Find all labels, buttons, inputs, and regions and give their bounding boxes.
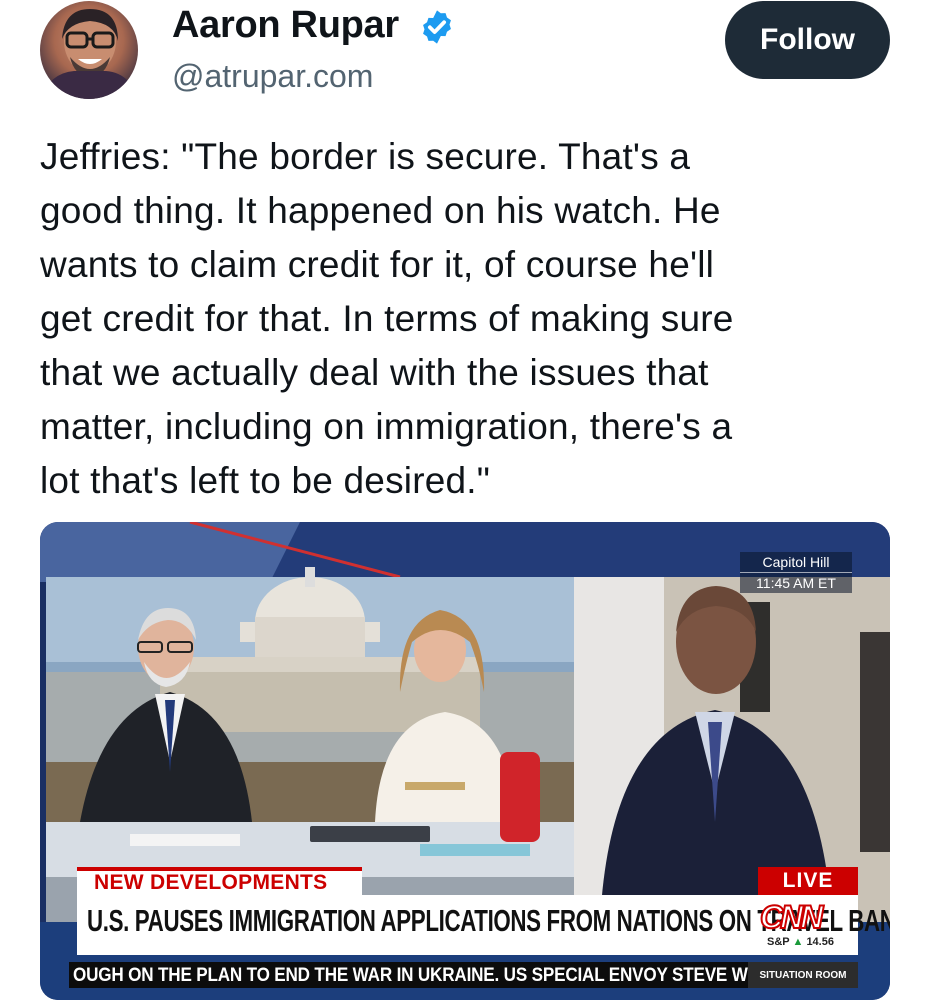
location-timestamp: Capitol Hill 11:45 AM ET bbox=[740, 552, 852, 593]
chyron: U.S. PAUSES IMMIGRATION APPLICATIONS FRO… bbox=[77, 895, 890, 955]
tweet-text: Jeffries: "The border is secure. That's … bbox=[40, 136, 734, 501]
time-label: 11:45 AM ET bbox=[740, 572, 852, 593]
cnn-logo-icon: CNN bbox=[759, 898, 824, 936]
news-ticker: OUGH ON THE PLAN TO END THE WAR IN UKRAI… bbox=[69, 962, 858, 988]
verified-badge-icon bbox=[423, 10, 451, 44]
author-name[interactable]: Aaron Rupar bbox=[172, 4, 399, 47]
location-label: Capitol Hill bbox=[762, 554, 830, 570]
market-name: S&P bbox=[767, 936, 790, 948]
ticker-text: OUGH ON THE PLAN TO END THE WAR IN UKRAI… bbox=[73, 965, 809, 986]
up-arrow-icon: ▲ bbox=[792, 936, 804, 948]
market-ticker: S&P ▲ 14.56 bbox=[767, 936, 834, 948]
profile-photo-icon bbox=[40, 9, 138, 99]
video-media[interactable]: Capitol Hill 11:45 AM ET NEW DEVELOPMENT… bbox=[40, 522, 890, 1000]
market-value: 14.56 bbox=[806, 936, 834, 948]
show-name: SITUATION ROOM bbox=[748, 962, 858, 988]
follow-button[interactable]: Follow bbox=[725, 1, 890, 79]
live-badge: LIVE bbox=[758, 867, 858, 895]
new-developments-tag: NEW DEVELOPMENTS bbox=[77, 867, 362, 895]
avatar[interactable] bbox=[40, 1, 138, 99]
author-handle[interactable]: @atrupar.com bbox=[172, 58, 373, 95]
